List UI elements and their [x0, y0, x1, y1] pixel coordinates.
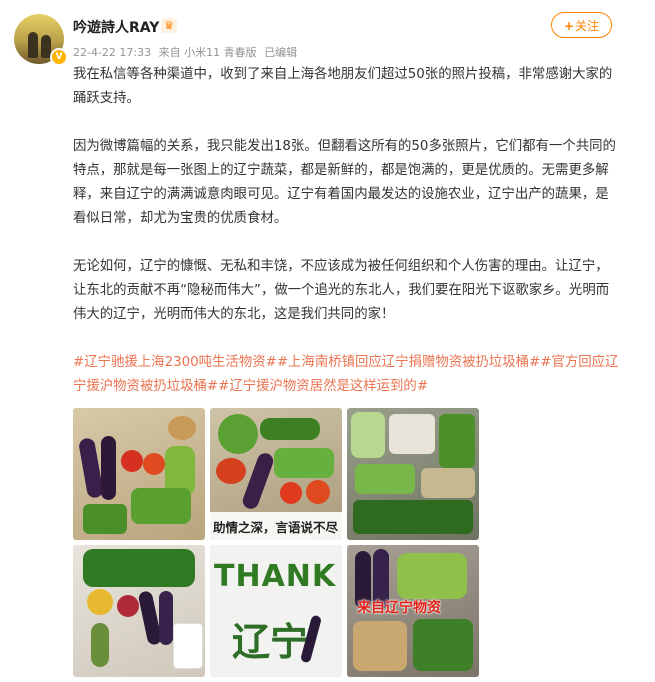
- photo-content: [413, 619, 473, 671]
- photo-caption: 助情之深，言语说不尽: [213, 520, 339, 535]
- post-paragraph: 因为微博篇幅的关系，我只能发出18张。但翻看这所有的50多张照片，它们都有一个共…: [73, 139, 616, 226]
- photo-content: [87, 589, 113, 615]
- photo-caption: 辽宁: [232, 620, 309, 664]
- photo-content: [83, 549, 195, 587]
- photo-caption: THANK: [214, 559, 337, 594]
- post-date[interactable]: 22-4-22 17:33: [73, 46, 151, 59]
- plus-icon: +: [563, 19, 575, 33]
- photo-content: [274, 448, 334, 478]
- photo-content: [218, 414, 258, 454]
- photo-content: [131, 488, 191, 524]
- photo-content: [216, 458, 246, 484]
- photo-content: [397, 553, 467, 599]
- photo-thumbnail[interactable]: 助情之深，言语说不尽: [210, 408, 342, 540]
- avatar-figure: [28, 32, 38, 58]
- photo-content: [143, 453, 165, 475]
- post-paragraph: 无论如何，辽宁的慷慨、无私和丰饶，不应该成为被任何组织和个人伤害的理由。让辽宁，…: [73, 259, 610, 322]
- photo-content: [353, 500, 473, 534]
- hashtag-links[interactable]: #辽宁驰援上海2300吨生活物资##上海南桥镇回应辽宁捐赠物资被扔垃圾桶##官方…: [73, 351, 621, 399]
- follow-label: 关注: [575, 19, 600, 33]
- photo-content: [91, 623, 109, 667]
- photo-content: [306, 480, 330, 504]
- photo-content: [173, 623, 203, 669]
- photo-content: [121, 450, 143, 472]
- photo-content: [439, 414, 475, 468]
- username[interactable]: 吟遊詩人RAY: [73, 17, 159, 37]
- photo-content: [117, 595, 139, 617]
- photo-content: [353, 621, 407, 671]
- photo-content: [260, 418, 320, 440]
- photo-thumbnail[interactable]: [73, 545, 205, 677]
- edited-label[interactable]: 已编辑: [264, 46, 297, 59]
- post-meta: 22-4-22 17:33 来自 小米11 青春版 已编辑: [73, 44, 301, 60]
- photo-content: [389, 414, 435, 454]
- photo-content: [355, 464, 415, 494]
- photo-caption: 来自辽宁物资: [357, 600, 441, 616]
- post-body: 我在私信等各种渠道中，收到了来自上海各地朋友们超过50张的照片投稿，非常感谢大家…: [73, 63, 621, 399]
- photo-thumbnail[interactable]: [73, 408, 205, 540]
- post-source: 来自 小米11 青春版: [158, 46, 257, 59]
- follow-button[interactable]: +关注: [551, 12, 612, 38]
- photo-thumbnail[interactable]: 来自辽宁物资: [347, 545, 479, 677]
- photo-content: [421, 468, 475, 498]
- photo-content: [351, 412, 385, 458]
- photo-content: [83, 504, 127, 534]
- photo-content: [159, 591, 173, 645]
- photo-content: [101, 436, 116, 500]
- photo-content: [168, 416, 196, 440]
- verified-badge-icon: V: [50, 48, 68, 66]
- photo-thumbnail[interactable]: [347, 408, 479, 540]
- photo-content: [240, 451, 276, 511]
- vip-crown-icon[interactable]: ♛: [161, 18, 177, 33]
- post-paragraph: 我在私信等各种渠道中，收到了来自上海各地朋友们超过50张的照片投稿，非常感谢大家…: [73, 67, 613, 106]
- photo-content: [280, 482, 302, 504]
- photo-thumbnail[interactable]: THANK 辽宁: [210, 545, 342, 677]
